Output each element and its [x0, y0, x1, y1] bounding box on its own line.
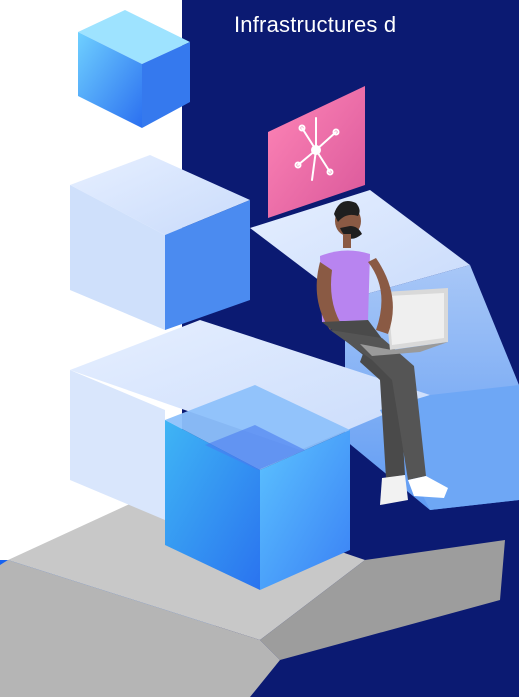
- slide-page: Infrastructures d: [0, 0, 519, 697]
- isometric-illustration: [0, 10, 519, 697]
